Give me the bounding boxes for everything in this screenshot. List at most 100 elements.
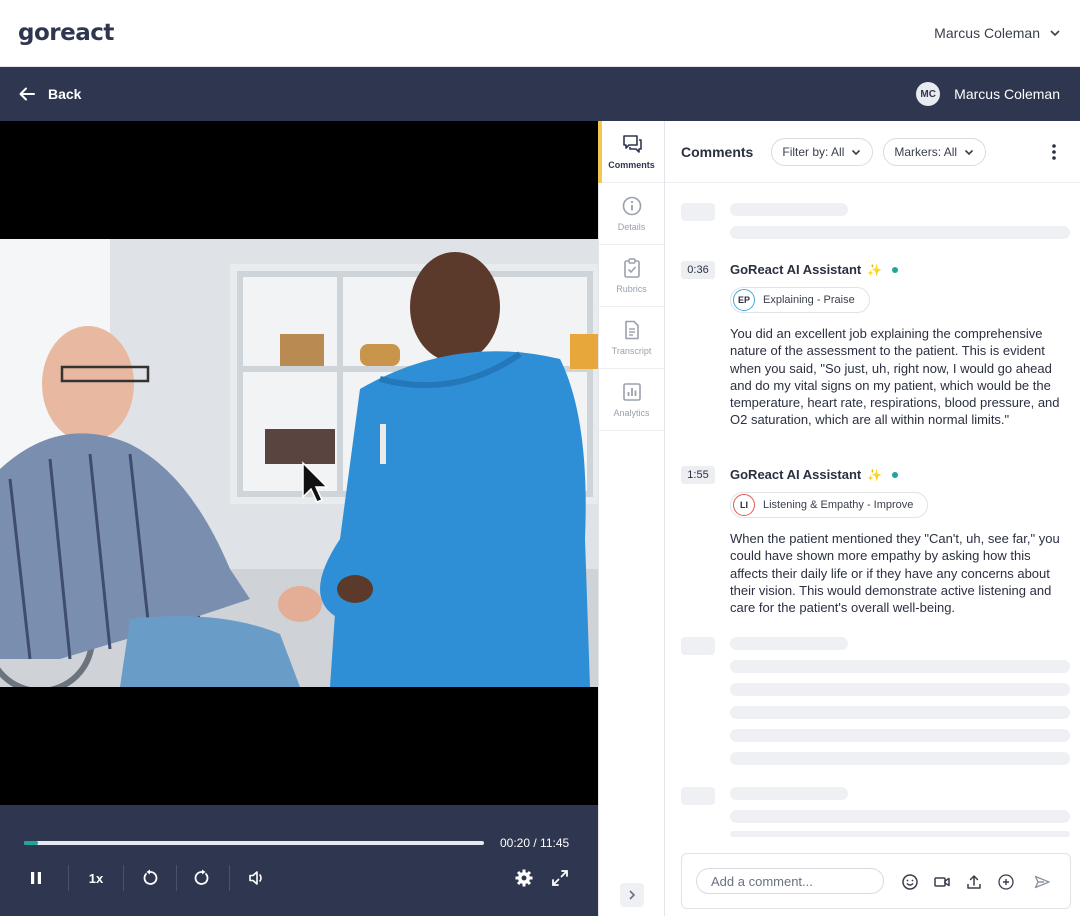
chevron-down-icon: [964, 149, 974, 155]
skeleton-placeholder: [730, 683, 1070, 696]
divider: [68, 865, 69, 891]
tab-label: Analytics: [613, 408, 650, 418]
chevron-down-icon: [852, 149, 861, 155]
user-menu-name: Marcus Coleman: [934, 25, 1040, 41]
skeleton-placeholder: [730, 660, 1070, 673]
top-bar: goreact Marcus Coleman: [0, 0, 1080, 67]
player-controls: 00:20 / 11:45 1x: [0, 805, 598, 916]
smiley-icon: [902, 874, 918, 890]
volume-icon: [249, 871, 262, 885]
tab-rubrics[interactable]: Rubrics: [599, 245, 664, 307]
online-status-dot: [892, 266, 899, 273]
tab-analytics[interactable]: Analytics: [599, 369, 664, 431]
tab-label: Transcript: [611, 346, 652, 356]
settings-icon: [515, 869, 533, 887]
tab-label: Rubrics: [616, 284, 647, 294]
bar-chart-icon: [622, 383, 641, 401]
marker-tag[interactable]: EP Explaining - Praise: [730, 287, 870, 313]
upload-icon: [967, 875, 981, 889]
divider: [229, 865, 230, 891]
navigation-bar: Back MC Marcus Coleman: [0, 67, 1080, 121]
skeleton-placeholder: [681, 203, 715, 221]
send-button[interactable]: [1032, 872, 1052, 892]
comment-author-name: GoReact AI Assistant: [730, 262, 862, 277]
skeleton-placeholder: [681, 787, 715, 805]
fullscreen-icon: [552, 870, 568, 886]
plus-circle-icon: [998, 874, 1014, 890]
arrow-left-icon: [19, 87, 35, 101]
comment-composer: [681, 853, 1071, 909]
video-comment-button[interactable]: [932, 872, 952, 892]
progress-bar[interactable]: [24, 841, 484, 845]
skeleton-placeholder: [730, 752, 1070, 765]
nav-user-name: Marcus Coleman: [954, 86, 1060, 102]
user-menu[interactable]: Marcus Coleman: [934, 25, 1062, 41]
chevron-down-icon: [1050, 30, 1060, 37]
filter-label: Filter by: All: [782, 144, 845, 159]
forward-button[interactable]: [190, 863, 214, 893]
comment-author: GoReact AI Assistant ✨: [730, 262, 899, 277]
time-display: 00:20 / 11:45: [500, 836, 570, 850]
emoji-button[interactable]: [900, 872, 920, 892]
skeleton-placeholder: [730, 706, 1070, 719]
upload-button[interactable]: [964, 872, 984, 892]
tab-transcript[interactable]: Transcript: [599, 307, 664, 369]
skeleton-placeholder: [730, 729, 1070, 742]
skeleton-placeholder: [730, 637, 848, 650]
progress-fill: [24, 841, 38, 845]
fullscreen-button[interactable]: [548, 863, 572, 893]
skeleton-placeholder: [730, 831, 1070, 837]
tab-comments[interactable]: Comments: [598, 121, 664, 183]
volume-button[interactable]: [245, 863, 269, 893]
back-label: Back: [48, 86, 82, 102]
comments-icon: [622, 135, 642, 153]
video-camera-icon: [934, 877, 950, 887]
comments-panel: Comments Filter by: All Markers: All 0:3…: [665, 121, 1080, 916]
skeleton-placeholder: [730, 226, 1070, 239]
comment-timestamp[interactable]: 0:36: [681, 261, 715, 279]
settings-button[interactable]: [512, 863, 536, 893]
comment-timestamp[interactable]: 1:55: [681, 466, 715, 484]
info-icon: [622, 196, 641, 216]
comment-author-name: GoReact AI Assistant: [730, 467, 862, 482]
tab-details[interactable]: Details: [599, 183, 664, 245]
comment-input[interactable]: [696, 868, 884, 894]
add-attachment-button[interactable]: [996, 872, 1016, 892]
chevron-right-icon: [629, 890, 636, 900]
document-icon: [624, 320, 639, 340]
side-tabs: Comments Details Rubrics Transcript Anal…: [598, 121, 665, 916]
pause-icon: [31, 872, 41, 884]
rewind-button[interactable]: [138, 863, 162, 893]
comment-author: GoReact AI Assistant ✨: [730, 467, 899, 482]
tab-label: Details: [617, 222, 646, 232]
skeleton-placeholder: [681, 637, 715, 655]
marker-badge: EP: [733, 289, 755, 311]
panel-title: Comments: [681, 143, 754, 160]
sparkle-icon: ✨: [867, 467, 883, 482]
marker-label: Listening & Empathy - Improve: [763, 499, 914, 511]
markers-dropdown[interactable]: Markers: All: [883, 137, 987, 166]
online-status-dot: [892, 471, 899, 478]
rewind-icon: [143, 869, 158, 885]
send-icon: [1034, 875, 1050, 889]
pause-button[interactable]: [24, 863, 48, 893]
nav-user[interactable]: MC Marcus Coleman: [916, 82, 1060, 106]
expand-panel-button[interactable]: [620, 883, 644, 907]
video-frame[interactable]: [0, 239, 598, 687]
divider: [123, 865, 124, 891]
playback-speed-button[interactable]: 1x: [83, 863, 109, 893]
comment-text: When the patient mentioned they "Can't, …: [730, 531, 1060, 616]
more-options-button[interactable]: [1044, 142, 1064, 162]
marker-label: Explaining - Praise: [763, 294, 855, 306]
goreact-logo[interactable]: goreact: [18, 20, 114, 46]
comment-text: You did an excellent job explaining the …: [730, 326, 1060, 428]
video-still-image: [0, 239, 598, 687]
marker-tag[interactable]: LI Listening & Empathy - Improve: [730, 492, 929, 518]
markers-label: Markers: All: [894, 144, 958, 159]
back-button[interactable]: Back: [18, 85, 81, 103]
video-player[interactable]: [0, 121, 598, 805]
tab-label: Comments: [608, 160, 655, 170]
skeleton-placeholder: [730, 787, 848, 800]
filter-dropdown[interactable]: Filter by: All: [771, 137, 874, 166]
skeleton-placeholder: [730, 810, 1070, 823]
